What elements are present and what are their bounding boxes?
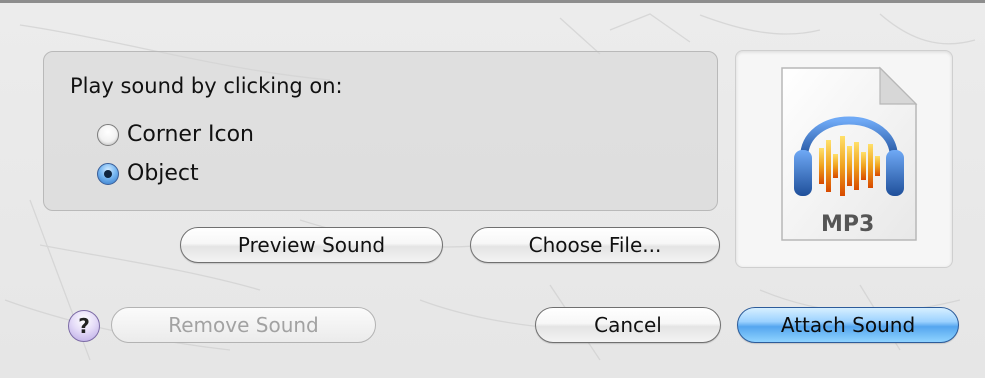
radio-corner-icon[interactable]: Corner Icon	[97, 122, 254, 147]
radio-object[interactable]: Object	[97, 161, 199, 186]
radio-unselected-icon[interactable]	[97, 123, 119, 146]
radio-selected-icon[interactable]	[97, 162, 119, 185]
window-top-border	[0, 0, 985, 3]
cancel-button[interactable]: Cancel	[535, 307, 721, 343]
remove-sound-button[interactable]: Remove Sound	[111, 307, 376, 343]
radio-object-label: Object	[127, 161, 199, 186]
group-label: Play sound by clicking on:	[70, 74, 343, 98]
help-button[interactable]: ?	[68, 310, 100, 342]
preview-sound-button[interactable]: Preview Sound	[180, 227, 443, 263]
attach-sound-button[interactable]: Attach Sound	[737, 307, 959, 343]
choose-file-button[interactable]: Choose File...	[470, 227, 720, 263]
radio-corner-icon-label: Corner Icon	[127, 122, 254, 147]
file-type-label: MP3	[821, 212, 875, 237]
